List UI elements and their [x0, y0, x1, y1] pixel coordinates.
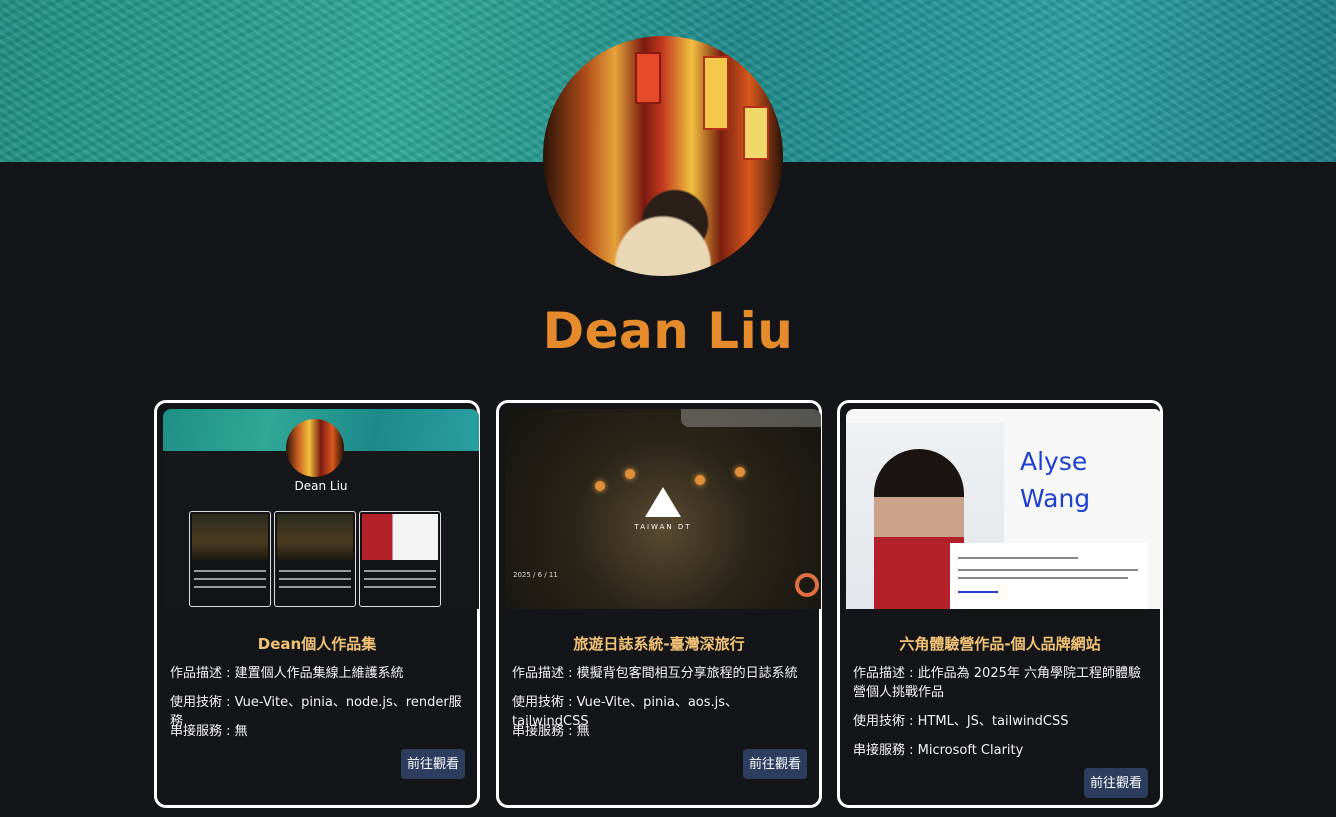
thumb-lantern: [595, 481, 605, 491]
thumb-date: 2025 / 6 / 11: [513, 571, 558, 579]
card-title: Dean個人作品集: [257, 635, 377, 653]
thumb-avatar: [286, 419, 344, 477]
thumb-name: Dean Liu: [294, 479, 348, 493]
card-service: 串接服務 : 無: [512, 724, 590, 739]
thumb-heading: Alyse Wang: [1020, 443, 1090, 517]
card-description: 作品描述 : 此作品為 2025年 六角學院工程師體驗營個人挑戰作品: [853, 666, 1141, 700]
thumb-lantern: [735, 467, 745, 477]
project-card-travel-journal: TAIWAN DT 2025 / 6 / 11 旅遊日誌系統-臺灣深旅行 作品描…: [496, 400, 822, 808]
card-service: 串接服務 : 無: [170, 724, 248, 739]
avatar-sign-decoration: [743, 106, 769, 160]
card-title: 旅遊日誌系統-臺灣深旅行: [573, 635, 745, 653]
thumb-intro-box: [950, 543, 1148, 609]
mountain-logo-icon: [645, 487, 681, 517]
thumb-heading-first: Alyse: [1020, 447, 1088, 476]
thumb-mini-card: [189, 511, 271, 607]
card-service: 串接服務 : Microsoft Clarity: [853, 743, 1024, 758]
view-project-button[interactable]: 前往觀看: [401, 749, 465, 779]
thumb-ring-icon: [795, 573, 819, 597]
thumb-mini-card: [359, 511, 441, 607]
card-title: 六角體驗營作品-個人品牌網站: [899, 635, 1101, 653]
thumb-heading-last: Wang: [1020, 484, 1091, 513]
avatar-sign-decoration: [703, 56, 729, 130]
thumb-lantern: [625, 469, 635, 479]
thumb-mini-card: [274, 511, 356, 607]
project-thumbnail[interactable]: Alyse Wang: [846, 409, 1162, 609]
profile-avatar: [543, 36, 783, 276]
thumb-logo-text: TAIWAN DT: [634, 523, 692, 531]
card-description: 作品描述 : 建置個人作品集線上維護系統: [170, 666, 404, 681]
thumb-lantern: [695, 475, 705, 485]
project-card-portfolio: Dean Liu Dean個人作品集 作品描述 : 建置個人作品集線上維護系統 …: [154, 400, 480, 808]
project-card-brand-site: Alyse Wang 六角體驗營作品-個人品牌網站 作品描述 : 此作品為 20…: [837, 400, 1163, 808]
card-tech: 使用技術 : HTML、JS、tailwindCSS: [853, 714, 1069, 729]
project-thumbnail[interactable]: Dean Liu: [163, 409, 479, 609]
view-project-button[interactable]: 前往觀看: [743, 749, 807, 779]
card-description: 作品描述 : 模擬背包客間相互分享旅程的日誌系統: [512, 666, 798, 681]
profile-name: Dean Liu: [542, 302, 794, 360]
thumb-nav-bar: [681, 409, 821, 427]
avatar-sign-decoration: [635, 52, 661, 104]
project-thumbnail[interactable]: TAIWAN DT 2025 / 6 / 11: [505, 409, 821, 609]
view-project-button[interactable]: 前往觀看: [1084, 768, 1148, 798]
